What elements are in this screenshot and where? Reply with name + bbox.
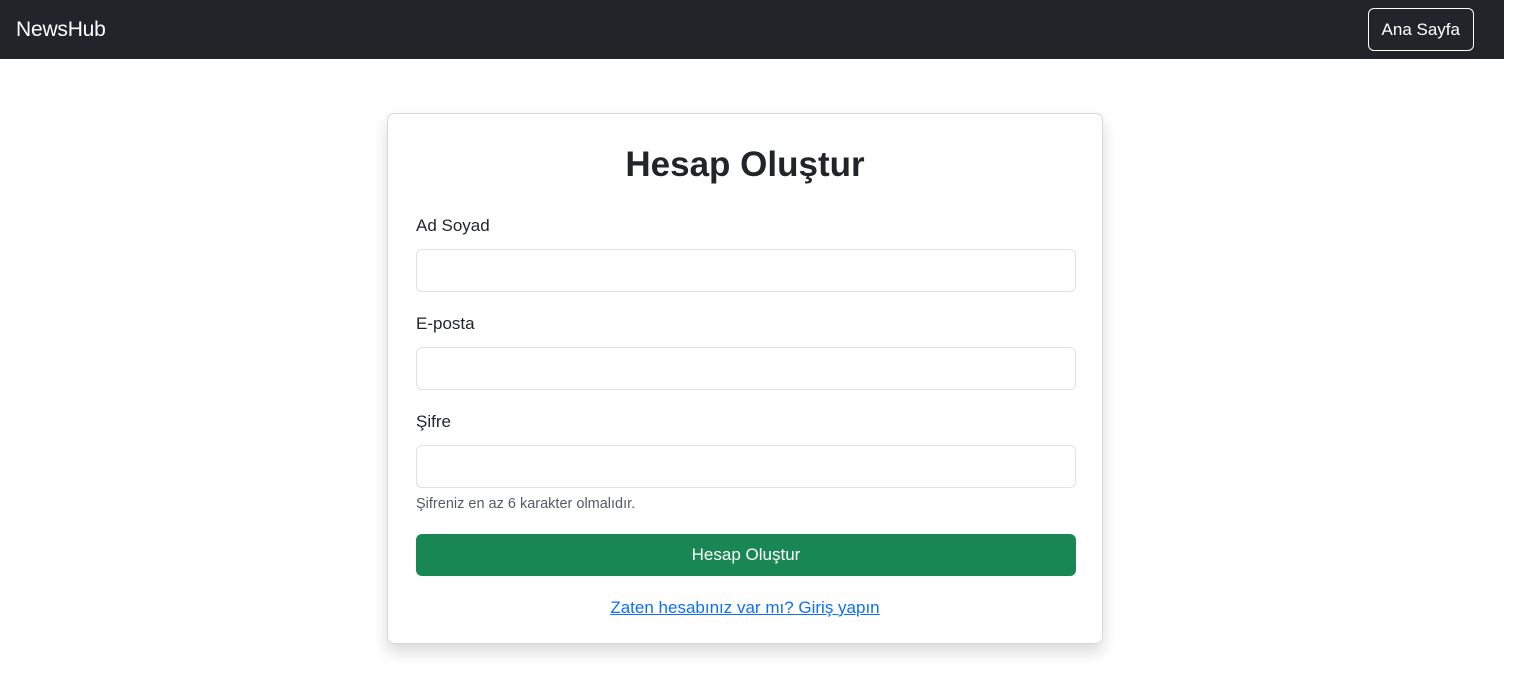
login-link[interactable]: Zaten hesabınız var mı? Giriş yapın: [416, 597, 1074, 619]
brand-link[interactable]: NewsHub: [16, 18, 106, 42]
home-button[interactable]: Ana Sayfa: [1367, 8, 1474, 51]
register-card: Hesap Oluştur Ad Soyad E-posta Şifre Şif…: [387, 113, 1103, 644]
full-name-input[interactable]: [416, 249, 1076, 292]
create-account-button[interactable]: Hesap Oluştur: [416, 534, 1076, 576]
email-label: E-posta: [416, 314, 475, 333]
page-title: Hesap Oluştur: [625, 145, 865, 184]
top-navbar: NewsHub Ana Sayfa: [0, 0, 1504, 59]
password-help-text: Şifreniz en az 6 karakter olmalıdır.: [416, 496, 636, 512]
password-label: Şifre: [416, 412, 451, 431]
email-input[interactable]: [416, 347, 1076, 390]
full-name-label: Ad Soyad: [416, 216, 490, 235]
password-input[interactable]: [416, 445, 1076, 488]
